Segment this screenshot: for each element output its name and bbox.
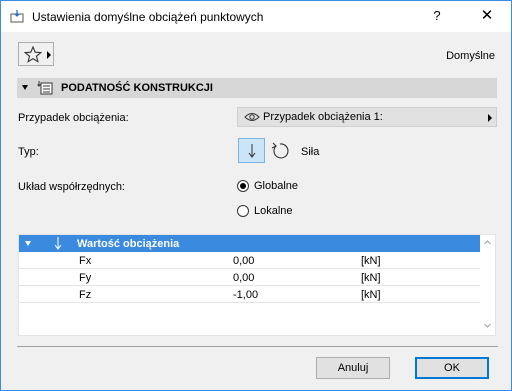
- coords-label: Układ współrzędnych:: [18, 181, 125, 193]
- section-header-structural[interactable]: PODATNOŚĆ KONSTRUKCJI: [17, 78, 497, 98]
- table-row[interactable]: Fz -1,00 [kN]: [19, 286, 480, 303]
- load-case-value: Przypadek obciążenia 1:: [263, 111, 383, 123]
- row-value[interactable]: -1,00: [233, 289, 258, 301]
- row-value[interactable]: 0,00: [233, 255, 254, 267]
- row-name: Fy: [79, 272, 92, 284]
- scroll-up-icon[interactable]: [484, 239, 491, 246]
- title-bar: Ustawienia domyślne obciążeń punktowych …: [1, 1, 511, 32]
- favorites-button[interactable]: [18, 42, 54, 66]
- type-force-label: Siła: [301, 146, 320, 158]
- row-unit: [kN]: [361, 289, 381, 301]
- moment-rotate-icon: [271, 142, 289, 159]
- window-title: Ustawienia domyślne obciążeń punktowych: [32, 10, 264, 24]
- type-label: Typ:: [18, 146, 39, 158]
- section-title: PODATNOŚĆ KONSTRUKCJI: [61, 82, 213, 94]
- table-row[interactable]: Fy 0,00 [kN]: [19, 269, 480, 286]
- load-case-label: Przypadek obciążenia:: [18, 112, 129, 124]
- table-header-title: Wartość obciążenia: [77, 238, 180, 250]
- force-arrow-icon: [54, 237, 62, 250]
- row-unit: [kN]: [361, 272, 381, 284]
- radio-local[interactable]: [237, 205, 249, 217]
- radio-local-label[interactable]: Lokalne: [254, 205, 293, 217]
- radio-global[interactable]: [237, 180, 249, 192]
- collapse-triangle-icon: [25, 241, 31, 246]
- row-name: Fz: [79, 289, 92, 301]
- collapse-triangle-icon: [22, 85, 28, 90]
- load-value-table: Wartość obciążenia Fx 0,00 [kN] Fy 0,00 …: [18, 234, 496, 336]
- chevron-right-icon: [488, 114, 492, 122]
- force-type-button[interactable]: [238, 138, 265, 163]
- table-header[interactable]: Wartość obciążenia: [19, 235, 480, 252]
- chevron-right-icon: [47, 51, 51, 59]
- star-icon: [24, 46, 42, 63]
- default-label: Domyślne: [446, 50, 495, 62]
- row-unit: [kN]: [361, 255, 381, 267]
- scroll-down-icon[interactable]: [484, 322, 491, 329]
- divider: [17, 346, 498, 347]
- ok-button[interactable]: OK: [415, 357, 489, 379]
- app-icon: [10, 10, 24, 23]
- cancel-button[interactable]: Anuluj: [316, 357, 390, 379]
- eye-icon: [244, 113, 260, 121]
- structural-properties-icon: [37, 81, 53, 95]
- dialog-window: Ustawienia domyślne obciążeń punktowych …: [0, 0, 512, 391]
- force-arrow-icon: [248, 144, 256, 158]
- moment-type-button[interactable]: [269, 141, 291, 161]
- row-name: Fx: [79, 255, 92, 267]
- close-button[interactable]: ✕: [475, 6, 499, 26]
- table-row[interactable]: Fx 0,00 [kN]: [19, 252, 480, 269]
- help-button[interactable]: ?: [427, 6, 447, 26]
- load-case-dropdown[interactable]: Przypadek obciążenia 1:: [237, 107, 497, 127]
- vertical-scrollbar[interactable]: [480, 235, 495, 335]
- row-value[interactable]: 0,00: [233, 272, 254, 284]
- radio-global-label[interactable]: Globalne: [254, 180, 298, 192]
